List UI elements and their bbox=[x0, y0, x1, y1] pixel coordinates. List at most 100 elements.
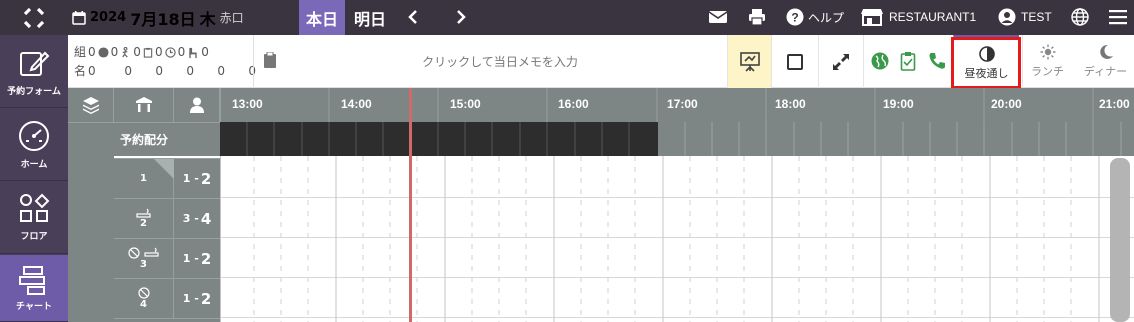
meal-tab-label: ランチ bbox=[1031, 65, 1064, 78]
divider bbox=[253, 35, 254, 88]
layers-icon bbox=[82, 97, 99, 114]
fullscreen-button[interactable] bbox=[818, 35, 863, 88]
table-cell-next bbox=[114, 318, 220, 322]
stat-value: 0 bbox=[225, 62, 256, 81]
help-button[interactable]: ? ヘルプ bbox=[786, 8, 844, 26]
menu-button[interactable] bbox=[1109, 9, 1127, 25]
help-icon: ? bbox=[786, 8, 804, 26]
vertical-scrollbar[interactable] bbox=[1110, 158, 1130, 322]
stat-value: 0 bbox=[155, 64, 164, 78]
seat-icon bbox=[189, 47, 197, 58]
stat-value: 0 bbox=[88, 45, 96, 59]
chevron-left-icon bbox=[408, 10, 417, 24]
sidebar-item-floor[interactable]: フロア bbox=[0, 182, 68, 254]
stat-value: 0 bbox=[186, 64, 195, 78]
stats-groups-label: 組 bbox=[74, 45, 87, 59]
edit-icon bbox=[20, 51, 50, 76]
allocation-grid-lines bbox=[246, 122, 1122, 156]
tab-today[interactable]: 本日 bbox=[299, 0, 345, 35]
memo-input[interactable]: クリックして当日メモを入力 bbox=[280, 47, 720, 75]
meal-tab-lunch[interactable]: ランチ bbox=[1022, 35, 1072, 88]
current-time-indicator bbox=[409, 88, 412, 322]
capacity-cell: 1 -2 bbox=[174, 158, 220, 198]
sidebar-item-label: チャート bbox=[16, 301, 52, 312]
sun-icon bbox=[1040, 44, 1055, 60]
presentation-button[interactable] bbox=[727, 35, 771, 88]
print-button[interactable] bbox=[748, 8, 766, 26]
table-cell[interactable]: 3 bbox=[114, 238, 174, 278]
highlight-box bbox=[951, 37, 1021, 89]
capacity-max: 2 bbox=[200, 249, 212, 268]
restaurant-button[interactable]: RESTAURANT1 bbox=[860, 8, 976, 26]
stats-row-persons: 名 0 0 0 0 0 0 bbox=[74, 62, 256, 81]
stat-value: 0 bbox=[88, 64, 96, 78]
memo-icon-button[interactable] bbox=[263, 51, 277, 74]
stat-value: 0 bbox=[133, 45, 141, 59]
stat-value: 0 bbox=[177, 45, 186, 59]
meal-tab-dinner[interactable]: ディナー bbox=[1077, 35, 1134, 88]
reservation-stats: 組 0 0 0 0 0 0 名 0 0 0 0 0 0 bbox=[74, 43, 256, 81]
smoking-icon bbox=[135, 208, 151, 218]
memo-icon bbox=[264, 51, 276, 68]
prev-day-button[interactable] bbox=[407, 9, 419, 25]
gauge-icon bbox=[19, 120, 49, 151]
app-logo[interactable] bbox=[0, 0, 68, 35]
meal-tab-label: ディナー bbox=[1083, 65, 1128, 78]
sidebar-item-label: 予約フォーム bbox=[7, 86, 61, 97]
help-label: ヘルプ bbox=[808, 10, 845, 25]
clipboard-filter-button[interactable] bbox=[900, 51, 916, 75]
year-label: 2024 bbox=[90, 10, 127, 25]
row-group-strip bbox=[68, 156, 114, 322]
clipboard-check-icon bbox=[900, 52, 916, 71]
no-smoking-icon bbox=[137, 287, 150, 299]
store-icon bbox=[861, 9, 883, 26]
rokuyo-label: 赤口 bbox=[219, 11, 244, 25]
chevron-right-icon bbox=[457, 10, 466, 24]
capacity-sort-button[interactable] bbox=[174, 88, 220, 122]
capacity-max: 2 bbox=[200, 169, 212, 188]
capacity-max: 2 bbox=[200, 289, 212, 308]
layers-button[interactable] bbox=[68, 88, 114, 122]
stat-value: 0 bbox=[110, 45, 119, 59]
capacity-min: 3 bbox=[182, 212, 191, 225]
user-label: TEST bbox=[1021, 10, 1052, 24]
svg-text:?: ? bbox=[791, 11, 798, 25]
expand-icon bbox=[833, 53, 849, 70]
tab-tomorrow[interactable]: 明日 bbox=[350, 0, 390, 35]
user-button[interactable]: TEST bbox=[998, 8, 1052, 26]
capacity-min: 1 bbox=[182, 172, 191, 185]
table-badges bbox=[127, 247, 160, 259]
table-cell[interactable]: 2 bbox=[114, 198, 174, 238]
web-icon bbox=[98, 47, 109, 58]
hamburger-icon bbox=[1109, 10, 1127, 25]
sidebar-item-home[interactable]: ホーム bbox=[0, 109, 68, 181]
chart-icon bbox=[19, 265, 45, 295]
clipboard-icon bbox=[143, 47, 153, 58]
stat-value: 0 bbox=[201, 45, 209, 59]
sidebar-item-reservation-form[interactable]: 予約フォーム bbox=[0, 36, 68, 108]
table-cell[interactable]: 1 bbox=[114, 158, 174, 198]
user-icon bbox=[998, 8, 1016, 26]
moon-icon bbox=[1099, 44, 1113, 59]
select-toggle-button[interactable] bbox=[771, 35, 818, 88]
table-icon bbox=[135, 97, 152, 112]
web-filter-button[interactable] bbox=[871, 52, 889, 74]
phone-filter-button[interactable] bbox=[928, 52, 946, 74]
language-button[interactable] bbox=[1071, 8, 1089, 26]
date-display[interactable]: 2024 7月18日 木 赤口 bbox=[72, 0, 244, 35]
table-sort-button[interactable] bbox=[114, 88, 174, 122]
sidebar-item-label: ホーム bbox=[20, 159, 48, 170]
stat-value: 0 bbox=[154, 45, 163, 59]
capacity-cell: 3 -4 bbox=[174, 198, 220, 238]
capacity-cell: 1 -2 bbox=[174, 278, 220, 318]
sidebar-item-chart[interactable]: チャート bbox=[0, 255, 68, 322]
weekday-label: 木 bbox=[199, 9, 216, 29]
stat-value: 0 bbox=[217, 64, 226, 78]
phone-icon bbox=[929, 53, 945, 69]
table-number: 2 bbox=[140, 218, 147, 229]
mail-button[interactable] bbox=[708, 9, 728, 25]
mail-icon bbox=[708, 11, 728, 23]
no-smoking-icon bbox=[127, 247, 140, 259]
next-day-button[interactable] bbox=[455, 9, 467, 25]
table-cell[interactable]: 4 bbox=[114, 278, 174, 318]
